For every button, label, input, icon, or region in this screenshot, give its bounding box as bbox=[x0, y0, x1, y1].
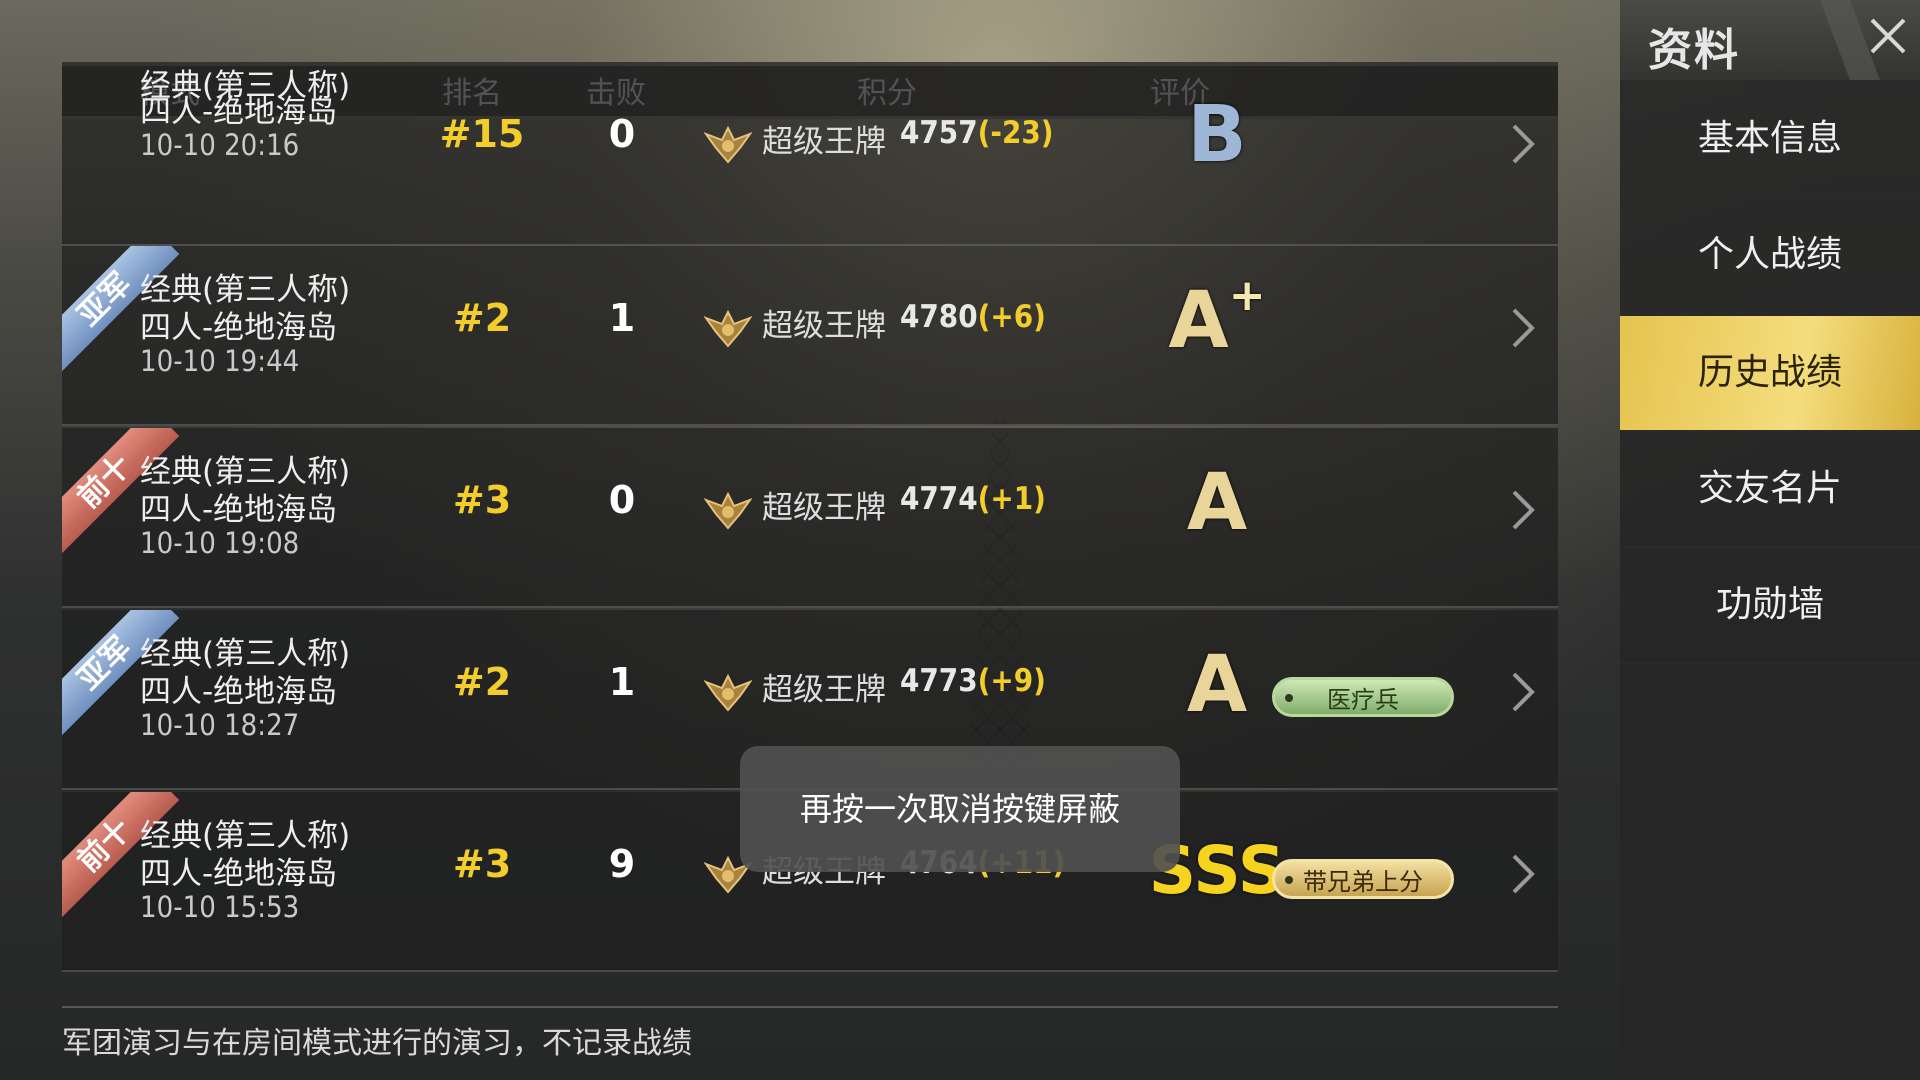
score-delta: (+1) bbox=[977, 481, 1046, 517]
sidebar: 资料 基本信息 个人战绩 历史战绩 交友名片 功勋墙 bbox=[1620, 0, 1920, 1080]
score-value: 4780(+6) bbox=[900, 299, 1046, 335]
tier-name: 超级王牌 bbox=[762, 124, 886, 160]
rank-value: #2 bbox=[452, 660, 512, 704]
tier-name: 超级王牌 bbox=[762, 308, 886, 344]
ace-tier-icon bbox=[704, 125, 752, 164]
table-row[interactable]: 前十 经典(第三人称) 四人-绝地海岛 10-10 19:08 #3 0 超级王… bbox=[62, 428, 1558, 608]
ace-tier-icon bbox=[704, 309, 752, 348]
footnote: 军团演习与在房间模式进行的演习，不记录战绩 bbox=[62, 1026, 692, 1061]
score-value: 4757(-23) bbox=[900, 115, 1054, 151]
kills-value: 1 bbox=[608, 296, 636, 340]
chevron-right-icon[interactable] bbox=[1502, 304, 1542, 352]
grade-value: A bbox=[1186, 458, 1248, 548]
score-delta: (+9) bbox=[977, 663, 1046, 699]
sidebar-item-basic-info[interactable]: 基本信息 bbox=[1620, 82, 1920, 198]
kills-value: 9 bbox=[608, 842, 636, 886]
map-name: 四人-绝地海岛 bbox=[140, 856, 338, 892]
sidebar-title: 资料 bbox=[1648, 25, 1740, 76]
score-delta: (+6) bbox=[977, 299, 1046, 335]
footer-divider bbox=[62, 1006, 1558, 1008]
map-name: 四人-绝地海岛 bbox=[140, 310, 338, 346]
score-value: 4773(+9) bbox=[900, 663, 1046, 699]
match-time: 10-10 18:27 bbox=[140, 708, 300, 742]
grade-value: A bbox=[1186, 640, 1248, 730]
chevron-right-icon[interactable] bbox=[1502, 668, 1542, 716]
tier-name: 超级王牌 bbox=[762, 490, 886, 526]
match-time: 10-10 20:16 bbox=[140, 128, 300, 162]
ace-tier-icon bbox=[704, 673, 752, 712]
match-time: 10-10 19:08 bbox=[140, 526, 300, 560]
sidebar-item-personal-stats[interactable]: 个人战绩 bbox=[1620, 198, 1920, 314]
grade-value: B bbox=[1187, 90, 1247, 180]
carry-badge: 带兄弟上分 bbox=[1272, 859, 1454, 899]
table-row[interactable]: 亚军 经典(第三人称) 四人-绝地海岛 10-10 19:44 #2 1 超级王… bbox=[62, 246, 1558, 426]
table-row[interactable]: 经典(第三人称) 四人-绝地海岛 10-10 20:16 #15 0 超级王牌 … bbox=[62, 66, 1558, 246]
match-time: 10-10 15:53 bbox=[140, 890, 300, 924]
map-name: 四人-绝地海岛 bbox=[140, 674, 338, 710]
tier-name: 超级王牌 bbox=[762, 672, 886, 708]
ace-tier-icon bbox=[704, 491, 752, 530]
match-time: 10-10 19:44 bbox=[140, 344, 300, 378]
grade-plus: + bbox=[1228, 270, 1266, 321]
sidebar-item-honor-wall[interactable]: 功勋墙 bbox=[1620, 548, 1920, 664]
sidebar-item-friend-card[interactable]: 交友名片 bbox=[1620, 432, 1920, 548]
chevron-right-icon[interactable] bbox=[1502, 850, 1542, 898]
badge-dot bbox=[1285, 876, 1293, 884]
medic-badge: 医疗兵 bbox=[1272, 677, 1454, 717]
map-name: 四人-绝地海岛 bbox=[140, 492, 338, 528]
sidebar-item-match-history[interactable]: 历史战绩 bbox=[1620, 316, 1920, 432]
rank-value: #15 bbox=[439, 112, 525, 156]
grade-value: A+ bbox=[1168, 270, 1266, 366]
close-icon[interactable] bbox=[1820, 0, 1920, 80]
rank-value: #3 bbox=[452, 842, 512, 886]
score-value: 4774(+1) bbox=[900, 481, 1046, 517]
kills-value: 0 bbox=[608, 478, 636, 522]
badge-dot bbox=[1285, 694, 1293, 702]
toast-message: 再按一次取消按键屏蔽 bbox=[740, 746, 1180, 872]
map-name: 四人-绝地海岛 bbox=[140, 94, 338, 130]
sidebar-header: 资料 bbox=[1620, 0, 1920, 82]
kills-value: 1 bbox=[608, 660, 636, 704]
kills-value: 0 bbox=[608, 112, 636, 156]
rank-value: #3 bbox=[452, 478, 512, 522]
score-delta: (-23) bbox=[977, 115, 1054, 151]
chevron-right-icon[interactable] bbox=[1502, 486, 1542, 534]
chevron-right-icon[interactable] bbox=[1502, 120, 1542, 168]
rank-value: #2 bbox=[452, 296, 512, 340]
